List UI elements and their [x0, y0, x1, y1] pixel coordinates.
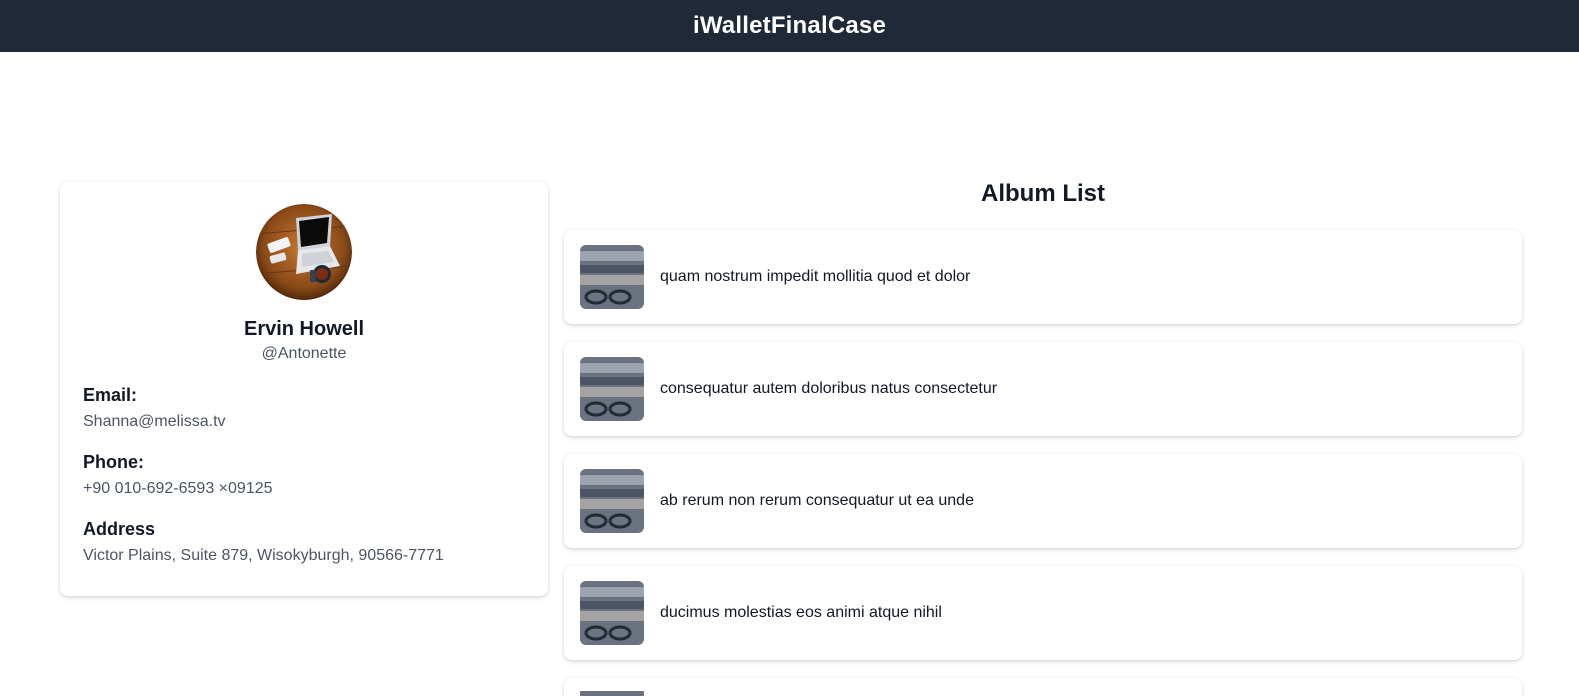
- album-image-icon: [580, 245, 644, 309]
- album-title: quam nostrum impedit mollitia quod et do…: [660, 268, 971, 285]
- user-full-name: Ervin Howell: [243, 318, 365, 340]
- phone-label: Phone:: [83, 452, 144, 472]
- album-image-icon: [580, 357, 644, 421]
- album-image-icon: [580, 469, 644, 533]
- album-thumbnail: [580, 687, 644, 696]
- address-value: Victor Plains, Suite 879, Wisokyburgh, 9…: [83, 547, 444, 564]
- phone-value: +90 010-692-6593 ×09125: [83, 480, 273, 497]
- album-card[interactable]: [564, 678, 1522, 696]
- album-image-icon: [580, 691, 644, 696]
- album-title: ducimus molestias eos animi atque nihil: [660, 604, 942, 621]
- email-value: Shanna@melissa.tv: [83, 413, 226, 430]
- app-brand-title[interactable]: iWalletFinalCase: [693, 12, 886, 40]
- album-card[interactable]: consequatur autem doloribus natus consec…: [564, 342, 1522, 436]
- top-navbar: iWalletFinalCase: [0, 0, 1579, 52]
- album-thumbnail: [580, 357, 644, 421]
- user-username: @Antonette: [261, 345, 347, 362]
- album-thumbnail: [580, 245, 644, 309]
- user-profile-card: Ervin Howell @Antonette Email: Shanna@me…: [60, 182, 548, 596]
- album-card[interactable]: quam nostrum impedit mollitia quod et do…: [564, 230, 1522, 324]
- address-label: Address: [83, 519, 156, 539]
- album-thumbnail: [580, 469, 644, 533]
- album-image-icon: [580, 581, 644, 645]
- album-card[interactable]: ab rerum non rerum consequatur ut ea und…: [564, 454, 1522, 548]
- album-title: consequatur autem doloribus natus consec…: [660, 380, 998, 397]
- album-card[interactable]: ducimus molestias eos animi atque nihil: [564, 566, 1522, 660]
- laptop-photo-icon: [256, 204, 352, 300]
- album-list-title: Album List: [981, 180, 1105, 207]
- email-label: Email:: [83, 385, 138, 405]
- user-avatar: [256, 204, 352, 300]
- album-title: ab rerum non rerum consequatur ut ea und…: [660, 492, 974, 509]
- album-thumbnail: [580, 581, 644, 645]
